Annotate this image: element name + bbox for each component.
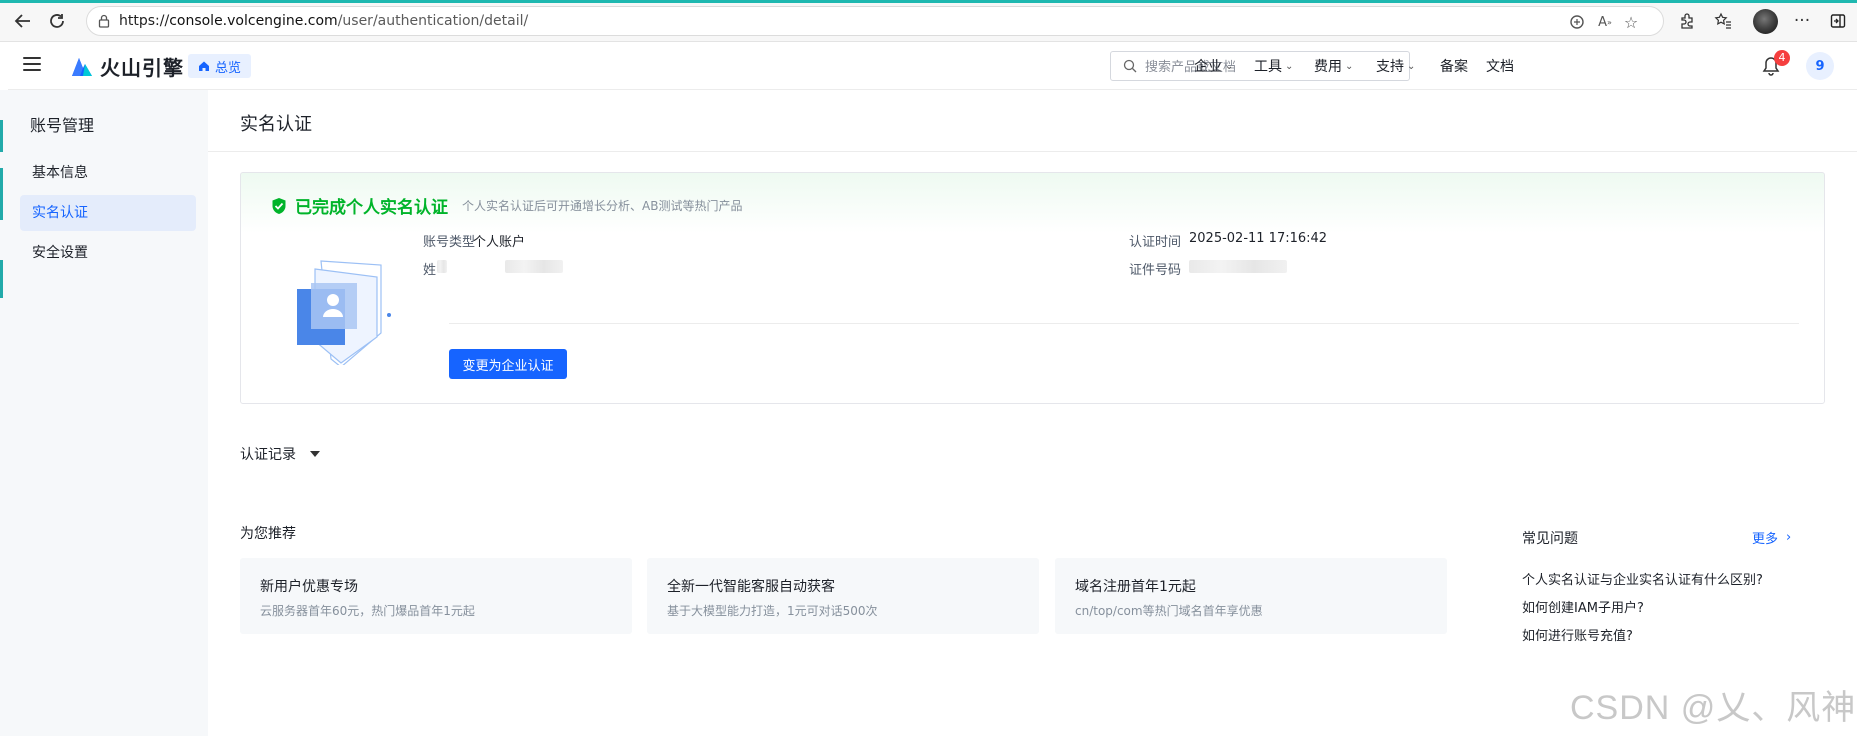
page-title: 实名认证 (240, 114, 312, 135)
overview-label: 总览 (215, 60, 242, 76)
auth-records-toggle[interactable]: 认证记录 (240, 444, 320, 464)
profile-avatar[interactable] (1753, 9, 1778, 34)
recommend-card-desc: 基于大模型能力打造，1元可对话500次 (667, 604, 878, 618)
url-path: /user/authentication/detail/ (337, 13, 529, 29)
nav-filing[interactable]: 备案 (1440, 56, 1468, 76)
faq-title: 常见问题 (1522, 531, 1578, 547)
nav-billing[interactable]: 费用 ⌄ (1314, 56, 1353, 76)
name-label: 姓 (423, 263, 437, 278)
favorites-icon[interactable] (1712, 10, 1734, 32)
url-text[interactable]: https://console.volcengine.com/user/auth… (119, 13, 528, 29)
logo-text: 火山引擎 (100, 55, 184, 80)
recommend-card-title: 新用户优惠专场 (260, 579, 358, 595)
redacted-id-number (1189, 260, 1287, 273)
auth-status-card: 已完成个人实名认证 个人实名认证后可开通增长分析、AB测试等热门产品 账号类型 … (240, 172, 1825, 404)
auth-status: 已完成个人实名认证 个人实名认证后可开通增长分析、AB测试等热门产品 (271, 193, 742, 218)
auth-time-value: 2025-02-11 17:16:42 (1189, 231, 1328, 246)
auth-status-text: 已完成个人实名认证 (295, 198, 448, 218)
sidebar-item-real-name-auth[interactable]: 实名认证 (20, 195, 196, 231)
chevron-down-icon: ⌄ (1407, 60, 1416, 72)
sidebar: 账号管理 基本信息 实名认证 安全设置 (0, 90, 208, 736)
chevron-down-icon: ⌄ (1225, 60, 1234, 72)
extensions-icon[interactable] (1676, 10, 1698, 32)
chevron-down-icon: ⌄ (1345, 60, 1354, 72)
account-type-label: 账号类型 (423, 235, 476, 250)
app-header: 火山引擎 总览 企业⌄ 工具⌄ 费用⌄ 支持⌄ 备案 文档 4 9 (8, 42, 1857, 90)
redacted-name (505, 260, 563, 273)
recommend-card-title: 全新一代智能客服自动获客 (667, 579, 835, 595)
read-aloud-icon[interactable]: A» (1595, 12, 1615, 32)
auth-records-label: 认证记录 (240, 447, 296, 463)
nav-docs[interactable]: 文档 (1486, 56, 1514, 76)
back-arrow-icon[interactable] (10, 8, 36, 34)
sidebar-item-basic-info[interactable]: 基本信息 (20, 155, 196, 191)
faq-item[interactable]: 如何进行账号充值? (1522, 625, 1633, 644)
account-type-value: 个人账户 (473, 235, 526, 250)
search-icon (1123, 59, 1137, 73)
redacted-name (437, 260, 447, 273)
caret-down-icon (310, 451, 320, 457)
browser-toolbar: https://console.volcengine.com/user/auth… (0, 0, 1857, 42)
window-edge-marker (0, 168, 3, 220)
logo[interactable]: 火山引擎 (70, 52, 184, 80)
sidebar-item-security[interactable]: 安全设置 (20, 235, 196, 271)
nav-enterprise[interactable]: 企业 ⌄ (1194, 56, 1233, 76)
user-avatar[interactable]: 9 (1806, 52, 1834, 80)
nav-tools[interactable]: 工具 ⌄ (1254, 56, 1293, 76)
window-edge-marker (0, 120, 3, 152)
favorite-star-icon[interactable]: ☆ (1621, 12, 1641, 32)
divider (449, 323, 1799, 324)
volcano-logo-icon (72, 58, 92, 76)
nav-label: 备案 (1440, 59, 1468, 75)
sidebar-title: 账号管理 (30, 116, 95, 135)
menu-icon[interactable] (23, 57, 41, 71)
nav-label: 费用 (1314, 59, 1342, 75)
nav-label: 支持 (1376, 59, 1404, 75)
notification-badge: 4 (1774, 50, 1790, 66)
sidebar-icon[interactable] (1827, 10, 1849, 32)
recommend-title: 为您推荐 (240, 526, 296, 542)
id-number-label: 证件号码 (1129, 263, 1182, 278)
faq-item[interactable]: 个人实名认证与企业实名认证有什么区别? (1522, 569, 1763, 588)
nav-label: 企业 (1194, 59, 1222, 75)
auth-time-label: 认证时间 (1129, 235, 1182, 250)
faq-more-label: 更多 (1752, 532, 1779, 547)
faq-item[interactable]: 如何创建IAM子用户? (1522, 597, 1644, 616)
window-edge-marker (0, 260, 3, 298)
browser-accent-line (0, 0, 1857, 3)
auth-status-description: 个人实名认证后可开通增长分析、AB测试等热门产品 (462, 199, 743, 213)
overview-button[interactable]: 总览 (188, 54, 252, 78)
address-bar[interactable]: https://console.volcengine.com/user/auth… (86, 6, 1664, 36)
home-icon (199, 61, 209, 71)
translate-icon[interactable] (1567, 12, 1587, 32)
chevron-right-icon: › (1786, 530, 1792, 545)
recommend-card-title: 域名注册首年1元起 (1075, 579, 1196, 595)
divider (208, 151, 1857, 152)
nav-label: 文档 (1486, 59, 1514, 75)
chevron-down-icon: ⌄ (1285, 60, 1294, 72)
more-icon[interactable]: ··· (1791, 10, 1813, 32)
recommend-card-desc: 云服务器首年60元，热门爆品首年1元起 (260, 604, 475, 618)
watermark: CSDN @乂、风神 (1570, 689, 1857, 727)
url-scheme: https:// (119, 13, 170, 29)
shield-check-icon (272, 197, 286, 214)
lock-icon[interactable] (97, 14, 111, 28)
recommend-card-desc: cn/top/com等热门域名首年享优惠 (1075, 604, 1263, 618)
recommend-card[interactable]: 全新一代智能客服自动获客 基于大模型能力打造，1元可对话500次 (647, 558, 1039, 634)
switch-to-enterprise-button[interactable]: 变更为企业认证 (449, 349, 567, 379)
reload-icon[interactable] (44, 8, 70, 34)
url-host: console.volcengine.com (169, 13, 338, 29)
recommend-card[interactable]: 域名注册首年1元起 cn/top/com等热门域名首年享优惠 (1055, 558, 1447, 634)
recommend-card[interactable]: 新用户优惠专场 云服务器首年60元，热门爆品首年1元起 (240, 558, 632, 634)
nav-label: 工具 (1254, 59, 1282, 75)
id-card-illustration (297, 260, 391, 365)
nav-support[interactable]: 支持 ⌄ (1376, 56, 1415, 76)
faq-more-link[interactable]: 更多 › (1752, 528, 1791, 547)
